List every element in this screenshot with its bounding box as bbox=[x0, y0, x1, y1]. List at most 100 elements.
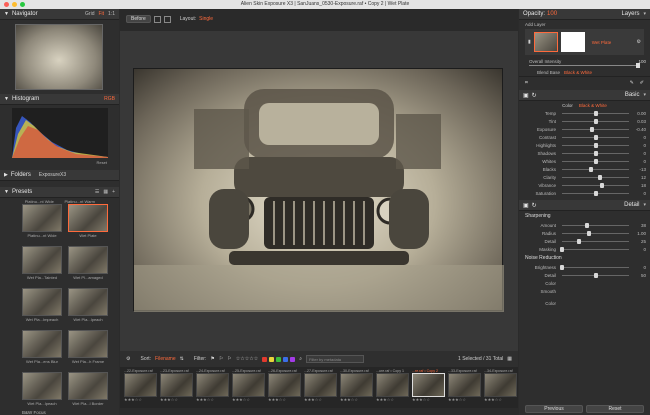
slider-track[interactable] bbox=[562, 134, 629, 140]
rating-stars[interactable]: ☆☆☆☆☆ bbox=[236, 356, 258, 362]
color-label-swatch[interactable] bbox=[276, 356, 282, 362]
sort-direction-icon[interactable]: ⇅ bbox=[180, 356, 184, 362]
slider-value[interactable]: 0 bbox=[632, 135, 646, 140]
layout-select[interactable]: Single bbox=[199, 16, 213, 22]
slider-value[interactable]: 0 bbox=[632, 159, 646, 164]
slider-value[interactable]: 50 bbox=[632, 273, 646, 278]
filmstrip-rating[interactable]: ★★★☆☆ bbox=[268, 397, 301, 402]
preset-group-label[interactable]: B&W Focus bbox=[0, 410, 119, 415]
preset-item[interactable]: Wet Pla...Ipeach bbox=[22, 372, 62, 406]
slider-track[interactable] bbox=[562, 118, 629, 124]
filmstrip-rating[interactable]: ★★★☆☆ bbox=[304, 397, 337, 402]
preset-item[interactable]: Wet Pla...h Frame bbox=[68, 330, 108, 364]
overall-intensity-slider[interactable] bbox=[529, 63, 640, 68]
slider-track[interactable] bbox=[562, 230, 629, 236]
slider-value[interactable]: 0 bbox=[632, 143, 646, 148]
previous-button[interactable]: Previous bbox=[525, 405, 583, 413]
slider-knob[interactable] bbox=[585, 222, 590, 228]
filmstrip-rating[interactable]: ★★★☆☆ bbox=[412, 397, 445, 402]
filmstrip-rating[interactable]: ★★★☆☆ bbox=[196, 397, 229, 402]
toggle-icon[interactable]: ▣ bbox=[523, 92, 529, 99]
brush-icon[interactable]: ✎ bbox=[630, 80, 634, 86]
slider-knob[interactable] bbox=[597, 174, 602, 180]
slider-knob[interactable] bbox=[589, 166, 594, 172]
histogram-reset-button[interactable]: Reset bbox=[97, 160, 107, 165]
metadata-filter-input[interactable]: Filter by metadata bbox=[306, 355, 365, 363]
slider-knob[interactable] bbox=[593, 150, 598, 156]
toggle-icon[interactable]: ▣ bbox=[523, 202, 529, 209]
slider-track[interactable] bbox=[562, 174, 629, 180]
slider-track[interactable] bbox=[562, 166, 629, 172]
before-button[interactable]: Before bbox=[126, 15, 151, 23]
slider-knob[interactable] bbox=[593, 110, 598, 116]
preset-item[interactable]: Wet Pla...ens Blur bbox=[22, 330, 62, 364]
zoom-window-button[interactable] bbox=[20, 2, 25, 7]
slider-knob[interactable] bbox=[593, 190, 598, 196]
filmstrip-rating[interactable]: ★★★☆☆ bbox=[376, 397, 409, 402]
slider-knob[interactable] bbox=[576, 238, 581, 244]
filmstrip-item[interactable]: ...23-Exposure.raf ★★★☆☆ bbox=[160, 369, 193, 406]
basic-header[interactable]: ▣ ↻ Basic ▾ bbox=[519, 90, 650, 101]
layer-handle-icon[interactable]: ▮ bbox=[528, 39, 531, 45]
reset-icon[interactable]: ↻ bbox=[532, 202, 537, 209]
navigator-1to1-button[interactable]: 1:1 bbox=[108, 11, 115, 17]
minimize-window-button[interactable] bbox=[12, 2, 17, 7]
slider-value[interactable]: 0 bbox=[632, 191, 646, 196]
preset-item[interactable]: Platinu...nt Wide bbox=[22, 204, 62, 238]
side-by-side-icon[interactable] bbox=[163, 15, 171, 23]
slider-track[interactable] bbox=[562, 126, 629, 132]
layer-mask[interactable] bbox=[560, 32, 585, 52]
slider-value[interactable]: 18 bbox=[632, 183, 646, 188]
slider-value[interactable]: -0.40 bbox=[632, 127, 646, 132]
tab-color[interactable]: Color bbox=[562, 103, 573, 108]
filmstrip-item[interactable]: ...26-Exposure.raf ★★★☆☆ bbox=[268, 369, 301, 406]
grid-icon[interactable]: ▦ bbox=[507, 356, 512, 362]
reset-button[interactable]: Reset bbox=[586, 405, 644, 413]
slider-track[interactable] bbox=[562, 158, 629, 164]
chevron-down-icon[interactable]: ▾ bbox=[643, 11, 646, 17]
filmstrip-rating[interactable]: ★★★☆☆ bbox=[340, 397, 373, 402]
slider-value[interactable]: 0.00 bbox=[632, 111, 646, 116]
preset-item[interactable]: Wet Pl...amaged bbox=[68, 246, 108, 280]
filmstrip-item[interactable]: ...25-Exposure.raf ★★★☆☆ bbox=[232, 369, 265, 406]
list-view-icon[interactable]: ☰ bbox=[95, 189, 99, 195]
filmstrip-rating[interactable]: ★★★☆☆ bbox=[124, 397, 157, 402]
preset-item[interactable]: Wet Plate bbox=[68, 204, 108, 238]
navigator-header[interactable]: ▼ Navigator Grid Fit 1:1 bbox=[0, 9, 119, 20]
filmstrip-item[interactable]: ...ure.raf • Copy 1 ★★★☆☆ bbox=[376, 369, 409, 406]
slider-track[interactable] bbox=[562, 142, 629, 148]
add-layer-button[interactable]: Add Layer bbox=[525, 22, 644, 27]
slider-track[interactable] bbox=[562, 222, 629, 228]
slider-knob[interactable] bbox=[593, 118, 598, 124]
color-label-swatch[interactable] bbox=[262, 356, 268, 362]
reset-icon[interactable]: ↻ bbox=[532, 92, 537, 99]
slider-track[interactable] bbox=[562, 238, 629, 244]
histogram-header[interactable]: ▼ Histogram RGB bbox=[0, 94, 119, 105]
flag-icon[interactable]: ⚑ bbox=[210, 356, 214, 362]
color-label-swatch[interactable] bbox=[283, 356, 289, 362]
folders-header[interactable]: ▶ Folders ExposureX3 bbox=[0, 170, 119, 181]
presets-header[interactable]: ▼ Presets ☰ ▦ + bbox=[0, 187, 119, 198]
main-photo[interactable] bbox=[133, 68, 504, 312]
filmstrip-rating[interactable]: ★★★☆☆ bbox=[232, 397, 265, 402]
layer-row[interactable]: ▮ Wet Plate ⚙ bbox=[525, 29, 644, 55]
slider-value[interactable]: 0.03 bbox=[632, 119, 646, 124]
preset-item[interactable]: Wet Pla...Ipeach bbox=[68, 288, 108, 322]
layer-options-icon[interactable]: ⚙ bbox=[637, 39, 641, 45]
sort-select[interactable]: Filename bbox=[155, 356, 176, 362]
filmstrip-item[interactable]: ...34-Exposure.raf ★★★☆☆ bbox=[484, 369, 517, 406]
split-view-icon[interactable] bbox=[153, 15, 161, 23]
grid-view-icon[interactable]: ▦ bbox=[103, 189, 108, 195]
slider-value[interactable]: 0 bbox=[632, 247, 646, 252]
chevron-down-icon[interactable]: ▾ bbox=[643, 92, 646, 98]
slider-track[interactable] bbox=[562, 190, 629, 196]
add-preset-icon[interactable]: + bbox=[112, 189, 115, 195]
filmstrip-rating[interactable]: ★★★☆☆ bbox=[160, 397, 193, 402]
filmstrip-item[interactable]: ...24-Exposure.raf ★★★☆☆ bbox=[196, 369, 229, 406]
slider-value[interactable]: -13 bbox=[632, 167, 646, 172]
detail-header[interactable]: ▣ ↻ Detail ▾ bbox=[519, 200, 650, 211]
slider-knob[interactable] bbox=[586, 230, 591, 236]
tab-black-white[interactable]: Black & White bbox=[579, 103, 607, 108]
navigator-fit-button[interactable]: Fit bbox=[98, 11, 104, 17]
chevron-down-icon[interactable]: ▾ bbox=[643, 202, 646, 208]
